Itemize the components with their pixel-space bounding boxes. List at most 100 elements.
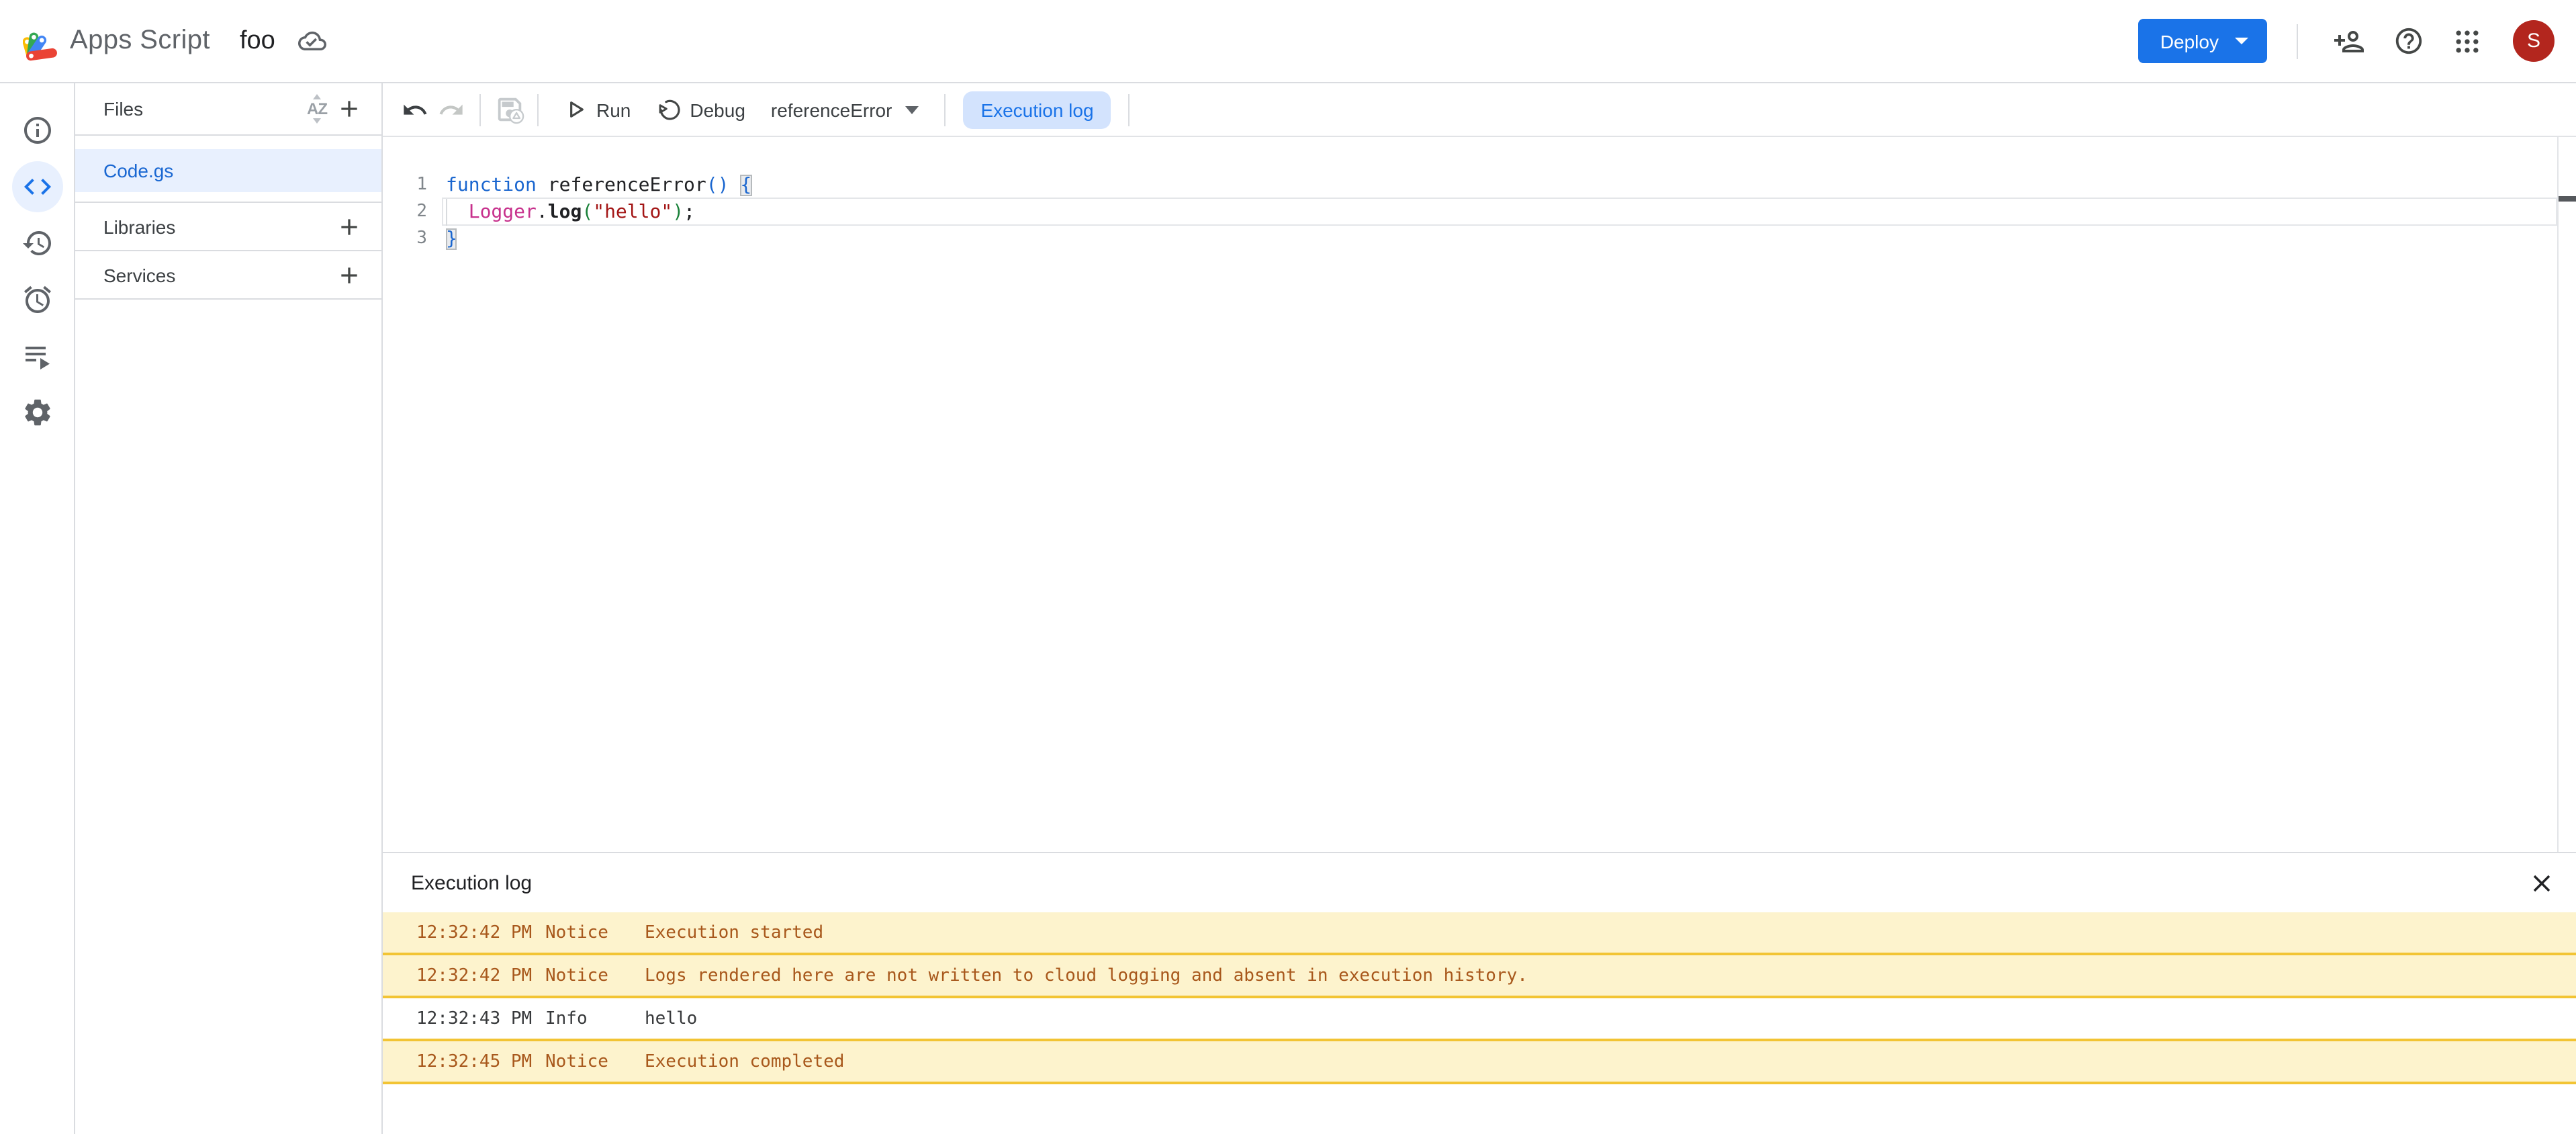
- log-row: 12:32:42 PMNoticeLogs rendered here are …: [383, 955, 2576, 998]
- add-file-button[interactable]: [333, 93, 365, 125]
- help-button[interactable]: [2392, 25, 2424, 57]
- line-number: 2: [383, 199, 446, 226]
- files-title: Files: [103, 98, 143, 120]
- log-timestamp: 12:32:42 PM: [416, 965, 545, 986]
- redo-button[interactable]: [435, 93, 467, 126]
- google-apps-button[interactable]: [2451, 25, 2483, 57]
- run-button[interactable]: Run: [563, 97, 631, 122]
- deploy-label: Deploy: [2160, 30, 2219, 52]
- run-icon: [563, 97, 588, 122]
- chevron-down-icon: [905, 105, 919, 114]
- files-panel: Files AZ Code.gs Libraries: [75, 83, 383, 1134]
- app-name: Apps Script: [70, 26, 210, 56]
- function-selector-value: referenceError: [771, 99, 892, 120]
- save-status: [298, 27, 326, 55]
- nav-project-settings[interactable]: [11, 387, 62, 438]
- editor-column: Run Debug referenceError Execution log: [383, 83, 2576, 1134]
- share-project-button[interactable]: [2333, 25, 2365, 57]
- divider: [479, 93, 481, 126]
- execution-log-panel: Execution log 12:32:42 PMNoticeExecution…: [383, 852, 2576, 1134]
- divider: [537, 93, 539, 126]
- gear-icon: [21, 396, 53, 429]
- log-timestamp: 12:32:42 PM: [416, 922, 545, 943]
- code-line[interactable]: 1function referenceError() {: [383, 172, 2576, 199]
- close-icon: [2527, 869, 2555, 897]
- project-name[interactable]: foo: [240, 26, 275, 56]
- plus-icon: [336, 261, 363, 288]
- account-avatar[interactable]: S: [2513, 20, 2555, 62]
- log-message: Execution started: [645, 922, 2576, 943]
- brand[interactable]: Apps Script: [23, 19, 210, 62]
- log-level: Info: [545, 1008, 645, 1029]
- log-message: Execution completed: [645, 1051, 2576, 1072]
- line-number: 3: [383, 226, 446, 253]
- function-selector[interactable]: referenceError: [771, 99, 919, 120]
- person-add-icon: [2333, 25, 2365, 57]
- close-execution-log-button[interactable]: [2525, 867, 2557, 899]
- code-icon: [21, 171, 53, 203]
- redo-icon: [438, 96, 465, 123]
- log-timestamp: 12:32:43 PM: [416, 1008, 545, 1029]
- code-text: Logger.log("hello");: [446, 199, 695, 226]
- log-level: Notice: [545, 1051, 645, 1072]
- log-timestamp: 12:32:45 PM: [416, 1051, 545, 1072]
- nav-triggers[interactable]: [11, 274, 62, 325]
- log-row: 12:32:43 PMInfohello: [383, 998, 2576, 1041]
- file-item-codegs[interactable]: Code.gs: [75, 149, 381, 192]
- log-row: 12:32:45 PMNoticeExecution completed: [383, 1041, 2576, 1084]
- deploy-caret-icon: [2235, 38, 2248, 44]
- files-panel-header: Files AZ: [75, 83, 381, 136]
- help-icon: [2393, 26, 2424, 56]
- apps-script-window: Apps Script foo Deploy: [0, 0, 2576, 1134]
- overview-cursor-marker: [2559, 196, 2576, 202]
- history-icon: [21, 227, 53, 259]
- code-line[interactable]: 2 Logger.log("hello");: [383, 199, 2576, 226]
- log-level: Notice: [545, 922, 645, 943]
- log-message: hello: [645, 1008, 2576, 1029]
- deploy-button[interactable]: Deploy: [2139, 19, 2267, 63]
- execution-log-entries: 12:32:42 PMNoticeExecution started12:32:…: [383, 912, 2576, 1084]
- alarm-icon: [21, 284, 53, 316]
- services-label: Services: [103, 264, 175, 286]
- line-number: 1: [383, 172, 446, 199]
- apps-grid-icon: [2452, 26, 2482, 56]
- nav-project-history[interactable]: [11, 218, 62, 269]
- file-name: Code.gs: [103, 160, 173, 181]
- code-editor[interactable]: 1function referenceError() {2 Logger.log…: [383, 137, 2576, 852]
- info-icon: [21, 114, 53, 146]
- code-line[interactable]: 3}: [383, 226, 2576, 253]
- divider: [1129, 93, 1130, 126]
- execution-log-toggle[interactable]: Execution log: [963, 91, 1111, 128]
- undo-button[interactable]: [399, 93, 431, 126]
- executions-icon: [21, 340, 53, 372]
- plus-icon: [336, 95, 363, 122]
- add-service-button[interactable]: [333, 259, 365, 291]
- services-section: Services: [75, 251, 381, 300]
- cloud-done-icon: [298, 27, 326, 55]
- top-bar: Apps Script foo Deploy: [0, 0, 2576, 83]
- log-message: Logs rendered here are not written to cl…: [645, 965, 2576, 986]
- nav-overview[interactable]: [11, 105, 62, 156]
- divider: [2297, 24, 2298, 58]
- apps-script-logo-icon: [23, 19, 63, 62]
- execution-log-title: Execution log: [411, 871, 532, 894]
- debug-button[interactable]: Debug: [655, 96, 745, 123]
- libraries-section: Libraries: [75, 203, 381, 251]
- log-level: Notice: [545, 965, 645, 986]
- code-text: }: [446, 226, 457, 253]
- debug-icon: [655, 96, 682, 123]
- top-bar-actions: Deploy: [2139, 19, 2555, 63]
- debug-label: Debug: [690, 99, 745, 120]
- run-label: Run: [596, 99, 631, 120]
- save-icon: [494, 94, 524, 125]
- avatar-letter: S: [2527, 30, 2540, 52]
- add-library-button[interactable]: [333, 210, 365, 243]
- execution-log-header: Execution log: [383, 853, 2576, 912]
- undo-icon: [402, 96, 428, 123]
- save-button[interactable]: [493, 93, 525, 126]
- editor-toolbar: Run Debug referenceError Execution log: [383, 83, 2576, 137]
- nav-executions[interactable]: [11, 331, 62, 382]
- nav-editor[interactable]: [11, 161, 62, 212]
- az-sort-icon[interactable]: AZ: [301, 93, 333, 125]
- libraries-label: Libraries: [103, 216, 175, 237]
